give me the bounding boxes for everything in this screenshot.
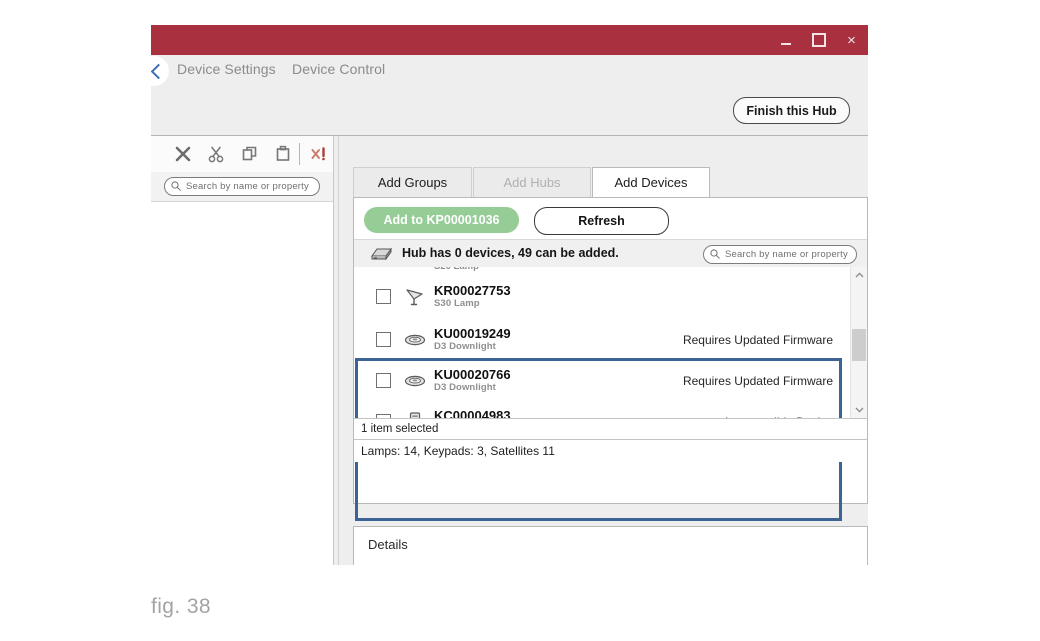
row-device-id: KU00019249 (434, 326, 511, 341)
figure-caption: fig. 38 (151, 595, 212, 618)
paste-icon[interactable] (270, 139, 298, 169)
command-bar: Finish this Hub (151, 87, 868, 136)
right-panel: Add Groups Add Hubs Add Devices Add to K… (345, 136, 868, 565)
cut-icon[interactable] (203, 139, 231, 169)
nav-item-device-control[interactable]: Device Control (292, 61, 385, 77)
tab-strip: Add Groups Add Hubs Add Devices (353, 167, 868, 197)
action-row: Add to KP00001036 Refresh (354, 198, 867, 239)
body-area: Search by name or property Add Groups Ad… (151, 136, 868, 565)
row-checkbox[interactable] (376, 332, 391, 347)
copy-icon[interactable] (236, 139, 264, 169)
table-row[interactable]: KU00019249 D3 Downlight Requires Updated… (354, 319, 867, 360)
delete-icon[interactable] (169, 139, 197, 169)
nav-strip: Device Settings Device Control (151, 55, 868, 88)
downlight-icon (400, 328, 430, 352)
search-icon (171, 178, 181, 196)
details-subtitle: Residence (353, 564, 868, 565)
add-devices-panel: Add to KP00001036 Refresh Hub has 0 devi… (353, 197, 868, 521)
device-search-placeholder: Search by name or property (725, 249, 848, 260)
hub-icon (368, 245, 394, 268)
row-status: Requires Updated Firmware (682, 332, 833, 347)
row-text: KR00027753 S30 Lamp (434, 283, 511, 310)
add-to-hub-button[interactable]: Add to KP00001036 (364, 207, 519, 233)
details-title: Details (368, 537, 408, 552)
list-scrollbar[interactable] (850, 267, 867, 418)
status-selected-count: 1 item selected (354, 418, 867, 439)
title-bar: × (151, 25, 868, 55)
row-device-type: D3 Downlight (434, 341, 496, 352)
toolbar-divider (299, 143, 301, 165)
keypad-icon (400, 410, 430, 418)
minimize-icon (780, 43, 791, 45)
status-device-counts: Lamps: 14, Keypads: 3, Satellites 11 (354, 439, 867, 462)
search-input[interactable]: Search by name or property (164, 177, 320, 196)
search-icon (710, 246, 720, 264)
row-checkbox[interactable] (376, 289, 391, 304)
left-panel: Search by name or property (151, 136, 334, 565)
clipped-row-subtitle: S20 Lamp (434, 267, 479, 272)
maximize-button[interactable] (802, 25, 835, 55)
device-list: S20 Lamp KR0 (354, 267, 867, 418)
left-panel-body (151, 202, 333, 565)
minimize-button[interactable] (769, 25, 802, 55)
table-row[interactable]: KC00004983 X1 Keypad Incompatible Device (354, 401, 867, 418)
row-status: Requires Updated Firmware (682, 373, 833, 388)
row-checkbox[interactable] (376, 373, 391, 388)
details-panel: Details (353, 526, 868, 565)
row-text: KC00004983 X1 Keypad (434, 408, 511, 418)
table-row[interactable]: KU00020766 D3 Downlight Requires Updated… (354, 360, 867, 401)
table-row[interactable]: KR00027753 S30 Lamp (354, 276, 867, 317)
chevron-down-icon[interactable] (851, 402, 867, 418)
application-window: × Device Settings Device Control Finish … (151, 25, 868, 565)
screenshot-root: × Device Settings Device Control Finish … (0, 0, 1040, 641)
row-device-type: D3 Downlight (434, 382, 496, 393)
refresh-button[interactable]: Refresh (534, 207, 669, 235)
back-arrow-icon (151, 63, 167, 79)
device-search-input[interactable]: Search by name or property (703, 245, 857, 264)
left-search-row: Search by name or property (151, 172, 333, 202)
nav-item-device-settings[interactable]: Device Settings (177, 61, 276, 77)
error-icon[interactable] (305, 139, 333, 169)
search-placeholder: Search by name or property (186, 181, 309, 192)
chevron-up-icon[interactable] (851, 267, 867, 283)
row-device-type: S30 Lamp (434, 298, 480, 309)
tab-add-hubs[interactable]: Add Hubs (473, 167, 591, 197)
back-button[interactable] (151, 56, 169, 86)
left-toolbar (151, 136, 333, 173)
close-button[interactable]: × (835, 25, 868, 55)
row-text: KU00019249 D3 Downlight (434, 326, 511, 353)
tab-add-devices[interactable]: Add Devices (592, 167, 710, 197)
panel-splitter[interactable] (334, 136, 344, 565)
clipped-row-partial: S20 Lamp (354, 267, 867, 276)
row-device-id: KR00027753 (434, 283, 511, 298)
lamp-cone-icon (400, 285, 430, 309)
tab-add-groups[interactable]: Add Groups (353, 167, 472, 197)
downlight-icon (400, 369, 430, 393)
scrollbar-thumb[interactable] (852, 329, 866, 361)
row-device-id: KU00020766 (434, 367, 511, 382)
hub-status-row: Hub has 0 devices, 49 can be added. Sear… (354, 239, 867, 269)
maximize-icon (811, 33, 826, 47)
row-device-id: KC00004983 (434, 408, 511, 418)
hub-status-text: Hub has 0 devices, 49 can be added. (402, 246, 619, 260)
finish-this-hub-button[interactable]: Finish this Hub (733, 97, 850, 124)
row-text: KU00020766 D3 Downlight (434, 367, 511, 394)
